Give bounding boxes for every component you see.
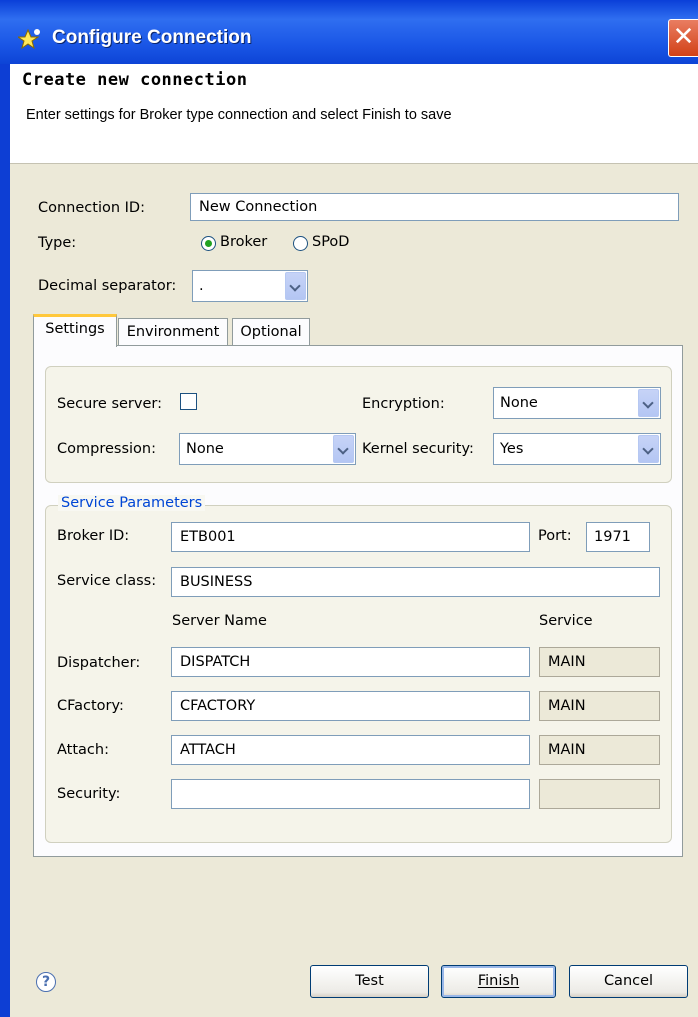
security-server-input[interactable] [171,779,530,809]
help-icon[interactable]: ? [36,972,56,992]
decimal-separator-select[interactable]: . [192,270,308,302]
close-icon: ✕ [672,22,695,52]
compression-value: None [186,441,224,457]
page-title: Create new connection [22,70,248,90]
kernel-security-label: Kernel security: [362,441,474,457]
finish-button-label: Finish [477,973,520,989]
window-frame-left [0,64,10,1017]
broker-id-input[interactable]: ETB001 [171,522,530,552]
connection-id-input[interactable]: New Connection [190,193,679,221]
cancel-button[interactable]: Cancel [569,965,688,998]
type-broker-label[interactable]: Broker [220,234,267,250]
app-icon [18,28,40,50]
window-title: Configure Connection [52,27,252,48]
attach-server-input[interactable]: ATTACH [171,735,530,765]
decimal-separator-label: Decimal separator: [38,278,177,294]
security-service-field [539,779,660,809]
cfactory-service-field: MAIN [539,691,660,721]
port-input[interactable]: 1971 [586,522,650,552]
compression-label: Compression: [57,441,156,457]
encryption-select[interactable]: None [493,387,661,419]
encryption-label: Encryption: [362,396,445,412]
cfactory-server-input[interactable]: CFACTORY [171,691,530,721]
kernel-security-value: Yes [500,441,524,457]
connection-id-label: Connection ID: [38,200,145,216]
service-class-label: Service class: [57,573,157,589]
secure-server-label: Secure server: [57,396,162,412]
server-name-header: Server Name [172,613,267,629]
chevron-down-icon[interactable] [285,272,306,300]
type-spod-label[interactable]: SPoD [312,234,349,250]
type-spod-radio[interactable] [293,236,308,251]
tab-environment[interactable]: Environment [118,318,228,346]
chevron-down-icon[interactable] [333,435,354,463]
attach-label: Attach: [57,742,109,758]
type-label: Type: [38,235,77,251]
cfactory-label: CFactory: [57,698,124,714]
secure-server-checkbox[interactable] [180,393,197,410]
decimal-separator-value: . [199,278,204,294]
type-broker-radio[interactable] [201,236,216,251]
attach-service-field: MAIN [539,735,660,765]
finish-button[interactable]: Finish [441,965,556,998]
test-button[interactable]: Test [310,965,429,998]
broker-id-label: Broker ID: [57,528,130,544]
security-label: Security: [57,786,121,802]
tab-optional[interactable]: Optional [232,318,310,346]
page-description: Enter settings for Broker type connectio… [26,107,452,123]
dispatcher-label: Dispatcher: [57,655,141,671]
tab-settings[interactable]: Settings [33,314,117,347]
close-button[interactable]: ✕ [668,19,698,57]
compression-select[interactable]: None [179,433,356,465]
dispatcher-service-field: MAIN [539,647,660,677]
chevron-down-icon[interactable] [638,435,659,463]
port-label: Port: [538,528,572,544]
dispatcher-server-input[interactable]: DISPATCH [171,647,530,677]
kernel-security-select[interactable]: Yes [493,433,661,465]
service-header: Service [539,613,593,629]
service-parameters-legend: Service Parameters [58,495,206,511]
security-group [45,366,672,483]
encryption-value: None [500,395,538,411]
chevron-down-icon[interactable] [638,389,659,417]
service-class-input[interactable]: BUSINESS [171,567,660,597]
